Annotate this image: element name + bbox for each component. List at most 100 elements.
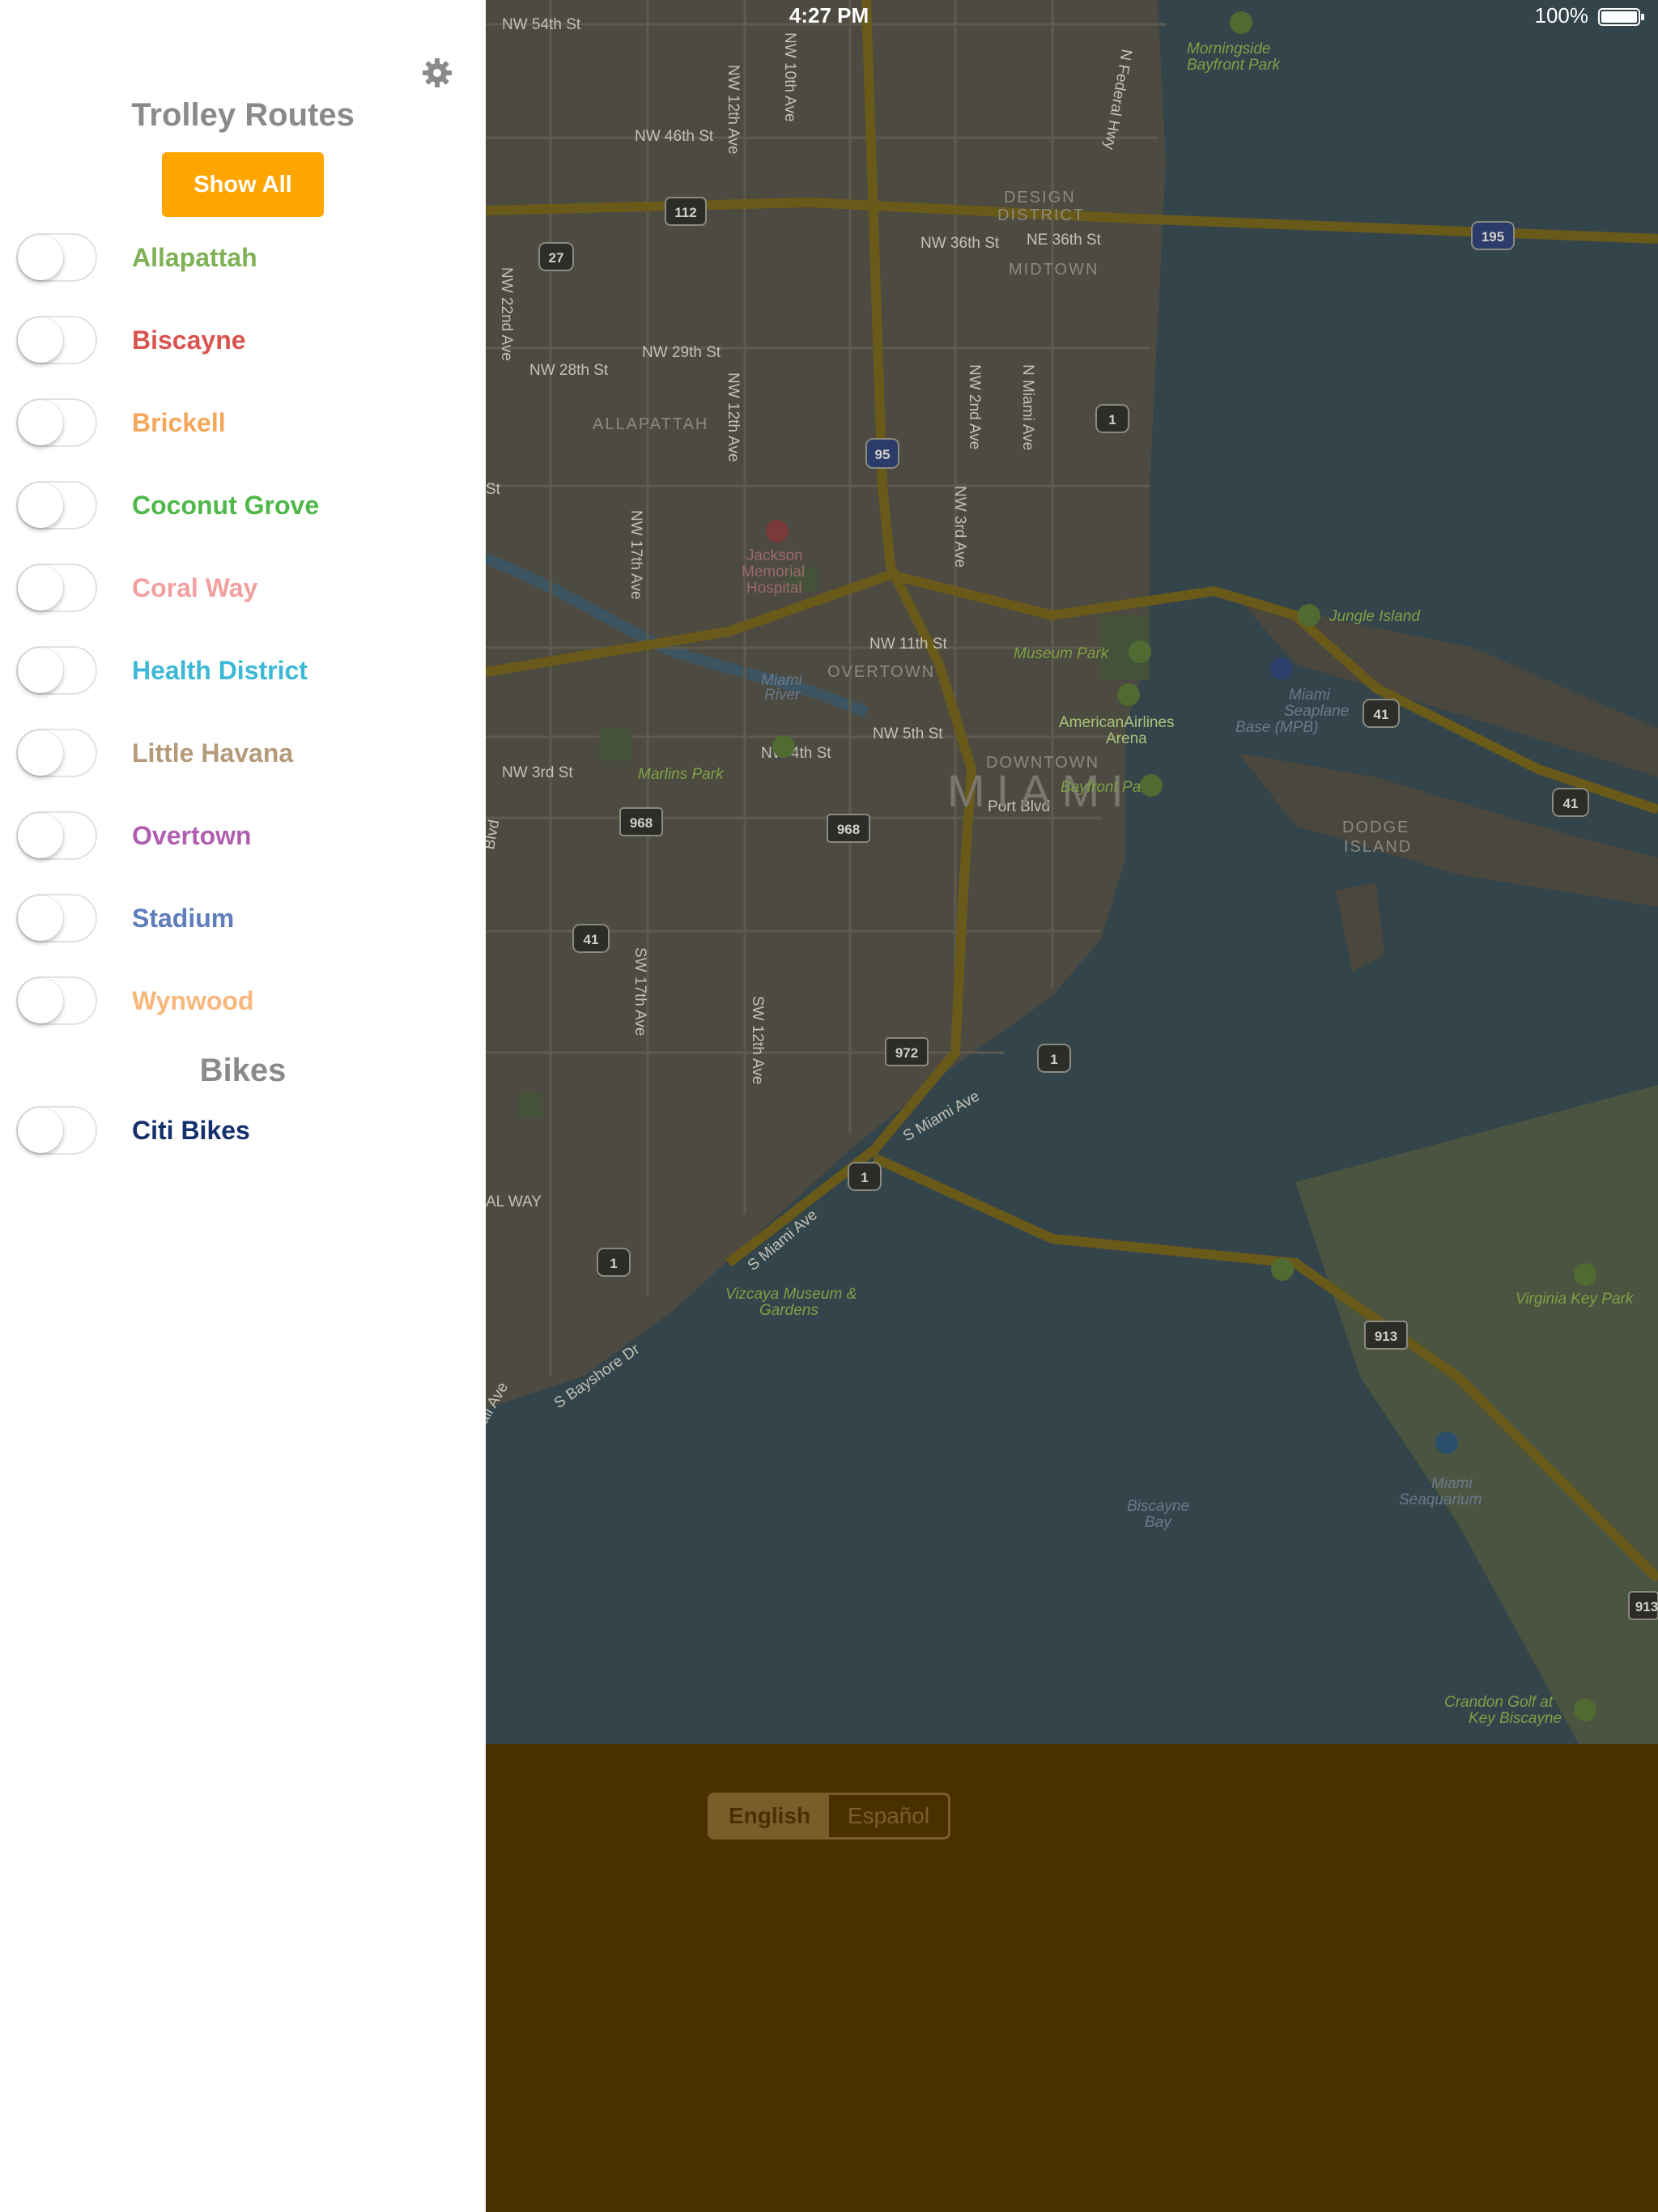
route-row-little-havana: Little Havana — [16, 729, 470, 779]
map-label-allapattah: ALLAPATTAH — [593, 415, 708, 433]
poi-seaplane: Miami — [1289, 687, 1330, 704]
map-label-coralway: AL WAY — [486, 1193, 542, 1210]
poi-aa-arena-2: Arena — [1106, 730, 1147, 747]
shield-1a: 1 — [1108, 412, 1116, 428]
route-label-coral-way: Coral Way — [132, 573, 258, 602]
route-row-wynwood: Wynwood — [16, 976, 470, 1027]
toggle-knob — [18, 813, 63, 858]
gear-icon[interactable] — [421, 57, 453, 89]
toggle-knob — [18, 730, 63, 776]
route-toggle-little-havana[interactable] — [16, 729, 97, 777]
poi-vizcaya-2: Gardens — [759, 1302, 818, 1319]
bike-label-citi-bikes: Citi Bikes — [132, 1116, 250, 1145]
language-espanol-segment[interactable]: Español — [829, 1795, 948, 1837]
route-row-brickell: Brickell — [16, 398, 470, 449]
map-label-nfederal: N Federal Hwy — [1100, 48, 1135, 151]
route-toggle-overtown[interactable] — [16, 811, 97, 860]
shield-968a: 968 — [630, 815, 653, 831]
poi-museum-park: Museum Park — [1014, 645, 1110, 662]
poi-jackson-3: Hospital — [746, 580, 802, 597]
status-time: 4:27 PM — [789, 3, 869, 28]
poi-seaquarium: Miami — [1431, 1475, 1473, 1492]
shield-112: 112 — [674, 205, 696, 220]
route-toggle-brickell[interactable] — [16, 398, 97, 447]
language-english-segment[interactable]: English — [710, 1795, 829, 1837]
poi-jackson-2: Memorial — [742, 564, 805, 581]
poi-biscayne-bay: Biscayne — [1127, 1498, 1189, 1515]
poi-morningside-2: Bayfront Park — [1187, 57, 1282, 74]
toggle-knob — [18, 1108, 63, 1153]
poi-crandon-2: Key Biscayne — [1469, 1710, 1562, 1727]
map-label-district: DISTRICT — [997, 206, 1085, 224]
bike-toggle-citi-bikes[interactable] — [16, 1106, 97, 1155]
map-canvas[interactable]: NW 54th St NW 46th St NW 36th St NE 36th… — [486, 0, 1658, 1744]
map-label-nw5: NW 5th St — [873, 725, 943, 742]
route-toggle-wynwood[interactable] — [16, 976, 97, 1025]
poi-seaplane-2: Seaplane — [1284, 703, 1349, 720]
sidebar: Trolley Routes Show All Allapattah Biscay… — [0, 0, 486, 2212]
map-label-nw4: NW 4th St — [761, 745, 831, 762]
trolley-routes-title: Trolley Routes — [131, 97, 355, 133]
poi-jackson: Jackson — [746, 547, 803, 564]
map-label-overtown: OVERTOWN — [827, 663, 935, 681]
route-toggle-stadium[interactable] — [16, 894, 97, 942]
poi-marlins: Marlins Park — [638, 766, 725, 783]
map-label-dodge: DODGE — [1342, 819, 1409, 836]
map-label-sw17ave: SW 17th Ave — [631, 947, 648, 1036]
route-row-health-district: Health District — [16, 646, 470, 696]
shield-1c: 1 — [861, 1170, 868, 1185]
route-toggle-allapattah[interactable] — [16, 233, 97, 282]
route-toggle-biscayne[interactable] — [16, 316, 97, 364]
route-row-stadium: Stadium — [16, 894, 470, 944]
shield-972: 972 — [895, 1045, 918, 1061]
shield-27: 27 — [549, 250, 564, 266]
route-label-allapattah: Allapattah — [132, 243, 257, 272]
route-label-little-havana: Little Havana — [132, 738, 294, 768]
map-label-nw17ave: NW 17th Ave — [627, 510, 644, 600]
toggle-knob — [18, 317, 63, 363]
poi-aa-arena: AmericanAirlines — [1059, 714, 1175, 731]
toggle-knob — [18, 565, 63, 610]
poi-biscayne-bay-2: Bay — [1145, 1514, 1172, 1531]
map-label-design: DESIGN — [1004, 189, 1076, 206]
poi-seaplane-3: Base (MPB) — [1235, 719, 1318, 736]
poi-jungle: Jungle Island — [1329, 608, 1421, 625]
map-view[interactable]: NW 54th St NW 46th St NW 36th St NE 36th… — [486, 0, 1658, 1744]
bottom-panel: English Español — [486, 1744, 1658, 2212]
show-all-button[interactable]: Show All — [162, 152, 324, 217]
route-row-overtown: Overtown — [16, 811, 470, 861]
shield-95: 95 — [875, 447, 891, 462]
route-toggle-coconut-grove[interactable] — [16, 481, 97, 530]
shield-968b: 968 — [837, 822, 860, 837]
route-row-coral-way: Coral Way — [16, 564, 470, 614]
poi-vizcaya: Vizcaya Museum & — [725, 1286, 857, 1303]
shield-913b: 913 — [1635, 1599, 1658, 1614]
map-label-nw3ave: NW 3rd Ave — [951, 486, 968, 568]
poi-crandon: Crandon Golf at — [1444, 1694, 1554, 1711]
route-toggle-health-district[interactable] — [16, 646, 97, 695]
map-label-nw2ave: NW 2nd Ave — [966, 364, 983, 449]
map-label-nw22ave: NW 22nd Ave — [498, 267, 515, 361]
poi-virginia: Virginia Key Park — [1516, 1291, 1635, 1308]
route-label-coconut-grove: Coconut Grove — [132, 491, 320, 520]
map-label-nw12ave: NW 12th Ave — [725, 65, 742, 155]
map-label-ne36: NE 36th St — [1027, 232, 1102, 249]
route-toggle-coral-way[interactable] — [16, 564, 97, 612]
route-label-overtown: Overtown — [132, 821, 252, 850]
map-label-blvd: Blvd — [486, 819, 503, 851]
toggle-knob — [18, 400, 63, 445]
language-segmented-control[interactable]: English Español — [708, 1793, 950, 1840]
route-label-wynwood: Wynwood — [132, 986, 254, 1015]
route-label-stadium: Stadium — [132, 904, 235, 933]
shield-913a: 913 — [1375, 1329, 1397, 1344]
toggle-knob — [18, 483, 63, 528]
route-row-biscayne: Biscayne — [16, 316, 470, 366]
poi-morningside: Morningside — [1187, 40, 1271, 57]
map-label-sw12ave: SW 12th Ave — [749, 996, 766, 1085]
map-label-nw10ave: NW 10th Ave — [781, 32, 798, 122]
map-label-st: St — [486, 481, 501, 498]
map-label-nw12ave-b: NW 12th Ave — [725, 372, 742, 462]
bikes-title: Bikes — [199, 1053, 287, 1088]
route-row-allapattah: Allapattah — [16, 233, 470, 283]
map-label-nw36: NW 36th St — [920, 235, 1000, 252]
